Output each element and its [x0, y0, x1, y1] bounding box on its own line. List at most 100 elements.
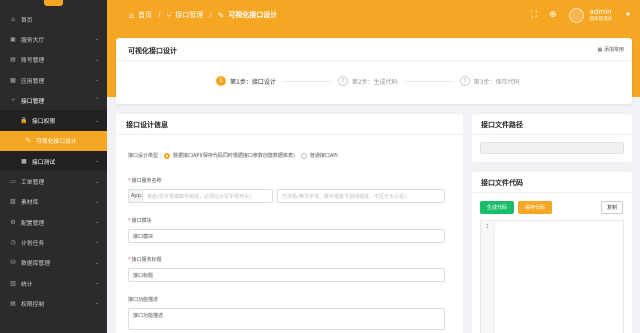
module-label: *接口模块 — [128, 218, 152, 224]
task-icon: ◷ — [10, 238, 16, 246]
file-code-card: 接口文件代码 生成代码 保存代码 复制 1 — [472, 172, 632, 333]
hall-icon: ▣ — [10, 35, 16, 43]
material-icon: ▧ — [10, 198, 16, 206]
username: admin — [589, 8, 612, 17]
service-title-label-text: 接口服务标题 — [131, 257, 162, 263]
sidebar-item-stats[interactable]: ▥ 统计 ⌄ — [0, 273, 107, 293]
sidebar-item-label: 接口测试 — [32, 159, 56, 166]
sidebar-item-label: 计划任务 — [21, 240, 45, 247]
sidebar-item-visual-design[interactable]: ✎ 可视化接口设计 — [0, 130, 107, 152]
step-2: 2 第2步：生成代码 — [337, 76, 398, 86]
radio-normal-api-label: 普通接口API — [309, 153, 338, 159]
step-label: 第3步：保存代码 — [473, 78, 520, 86]
step-1: 1 第1步：接口设计 — [216, 76, 276, 86]
add-favorite-label: 添加常用 — [603, 47, 624, 53]
chevron-down-icon: ⌄ — [94, 239, 99, 246]
service-name-label-text: 接口服务名称 — [131, 178, 162, 184]
sidebar-item-label: 工单管理 — [21, 180, 45, 187]
star-icon: ▦ — [597, 47, 603, 53]
sidebar-item-material[interactable]: ▧ 素材库 ⌄ — [0, 192, 107, 212]
design-card-title: 接口设计信息 — [116, 114, 463, 135]
steps-card: 可视化接口设计 ▦ 添加常用 1 第1步：接口设计 2 第2步：生成代码 3 第… — [116, 38, 632, 104]
globe-icon[interactable]: ⊕ — [549, 10, 557, 20]
breadcrumb-separator: / — [158, 11, 161, 19]
description-textarea[interactable]: 接口功能描述 — [128, 308, 445, 330]
sidebar-item-database[interactable]: ⛁ 数据库管理 ⌄ — [0, 253, 107, 273]
chevron-down-icon: ⌄ — [94, 77, 99, 84]
top-header: ⌂ 首页 / ⑂ 接口管理 / ✎ 可视化接口设计 ⛶ ⊕ admin 超级管理… — [107, 0, 640, 30]
sidebar-item-interface-permission[interactable]: 🔒 接口权限 ⌄ — [0, 110, 107, 131]
sidebar-item-service-hall[interactable]: ▣ 服务大厅 ⌄ — [0, 29, 107, 49]
radio-normal-api[interactable] — [300, 152, 307, 159]
chevron-down-icon: ⌄ — [94, 56, 99, 63]
interface-icon: ⑂ — [166, 10, 172, 20]
app-icon: ▦ — [10, 76, 16, 84]
breadcrumb-interface[interactable]: 接口管理 — [175, 10, 203, 20]
wand-icon: ✎ — [217, 10, 225, 20]
step-number: 1 — [216, 76, 226, 86]
chevron-down-icon: ⌄ — [94, 198, 99, 205]
logo — [44, 0, 63, 6]
user-info[interactable]: admin 超级管理员 — [590, 8, 613, 22]
breadcrumb-separator: / — [209, 11, 212, 19]
home-icon: ⌂ — [11, 15, 15, 23]
sidebar-item-label: 数据库管理 — [21, 261, 50, 268]
sidebar-item-interface-test[interactable]: ■ 接口测试 ⌄ — [0, 151, 107, 172]
radio-data-api[interactable] — [164, 152, 171, 159]
permission-icon: ▤ — [10, 299, 16, 307]
copy-button[interactable]: 复制 — [601, 201, 623, 214]
module-label-text: 接口模块 — [131, 218, 152, 224]
sidebar-item-ticket[interactable]: ▭ 工单管理 ⌄ — [0, 171, 107, 191]
design-type-label: 接口设计类型 — [128, 153, 159, 159]
step-label: 第2步：生成代码 — [351, 78, 398, 86]
service-title-input[interactable]: 接口标题 — [128, 268, 445, 282]
step-connector — [404, 80, 453, 82]
interface-icon: ⑂ — [11, 96, 15, 104]
code-editor[interactable]: 1 — [480, 220, 624, 333]
step-3: 3 第3步：保存代码 — [459, 76, 520, 86]
user-role: 超级管理员 — [589, 16, 613, 22]
method-name-input[interactable]: 方法名(英文字母、数字或者下划线组成，不区分大小写) — [277, 189, 445, 203]
stats-icon: ▥ — [10, 279, 16, 287]
file-path-field[interactable] — [480, 142, 624, 154]
sidebar-item-interface[interactable]: ⑂ 接口管理 ⌃ — [0, 90, 107, 110]
line-gutter: 1 — [481, 221, 495, 333]
service-prefix: App. — [128, 189, 142, 203]
description-label: 接口功能描述 — [128, 297, 159, 303]
sidebar-item-account[interactable]: ▤ 账号管理 ⌄ — [0, 50, 107, 70]
class-name-input[interactable]: 类名(仅字母或数字组成，必须以大写字母开头) — [142, 189, 273, 203]
service-title-label: *接口服务标题 — [128, 257, 162, 263]
step-label: 第1步：接口设计 — [230, 78, 276, 86]
config-icon: ⚙ — [10, 218, 16, 226]
sidebar-item-label: 权限控制 — [21, 301, 45, 308]
fullscreen-icon[interactable]: ⛶ — [531, 10, 537, 20]
page-title: 可视化接口设计 — [128, 47, 177, 55]
sidebar-item-permission[interactable]: ▤ 权限控制 ⌄ — [0, 293, 107, 313]
generate-code-button[interactable]: 生成代码 — [480, 201, 514, 214]
chevron-up-icon: ⌃ — [94, 97, 99, 104]
sidebar-item-label: 接口权限 — [32, 119, 56, 126]
breadcrumb: ⌂ 首页 / ⑂ 接口管理 / ✎ 可视化接口设计 — [129, 10, 531, 20]
sidebar-item-home[interactable]: ⌂ 首页 — [0, 9, 107, 29]
breadcrumb-home[interactable]: 首页 — [138, 10, 152, 20]
sidebar-item-label: 素材库 — [21, 200, 39, 207]
sidebar-item-label: 统计 — [21, 281, 33, 288]
chevron-down-icon: ⌄ — [94, 158, 99, 165]
sidebar-item-app[interactable]: ▦ 应用管理 ⌄ — [0, 70, 107, 90]
sidebar-item-config[interactable]: ⚙ 配置管理 ⌄ — [0, 212, 107, 232]
breadcrumb-current: 可视化接口设计 — [228, 11, 278, 19]
sidebar-item-task[interactable]: ◷ 计划任务 ⌄ — [0, 232, 107, 252]
sidebar-item-label: 服务大厅 — [21, 37, 45, 44]
sidebar: ⌂ 首页 ▣ 服务大厅 ⌄ ▤ 账号管理 ⌄ ▦ 应用管理 ⌄ ⑂ 接口管理 ⌃… — [0, 0, 107, 333]
caret-down-icon[interactable]: ▼ — [626, 12, 630, 18]
account-icon: ▤ — [10, 56, 16, 64]
sidebar-item-label: 接口管理 — [21, 98, 45, 105]
chevron-down-icon: ⌄ — [94, 300, 99, 307]
save-code-button[interactable]: 保存代码 — [518, 201, 552, 214]
avatar[interactable] — [568, 7, 584, 23]
add-favorite-button[interactable]: ▦ 添加常用 — [598, 46, 624, 53]
file-code-title: 接口文件代码 — [472, 172, 632, 193]
design-form-card: 接口设计信息 接口设计类型 数据接口API(保存代码同时根据接口参数创建数据库表… — [116, 114, 463, 333]
module-input[interactable]: 接口模块 — [128, 229, 445, 243]
chevron-down-icon: ⌄ — [94, 259, 99, 266]
